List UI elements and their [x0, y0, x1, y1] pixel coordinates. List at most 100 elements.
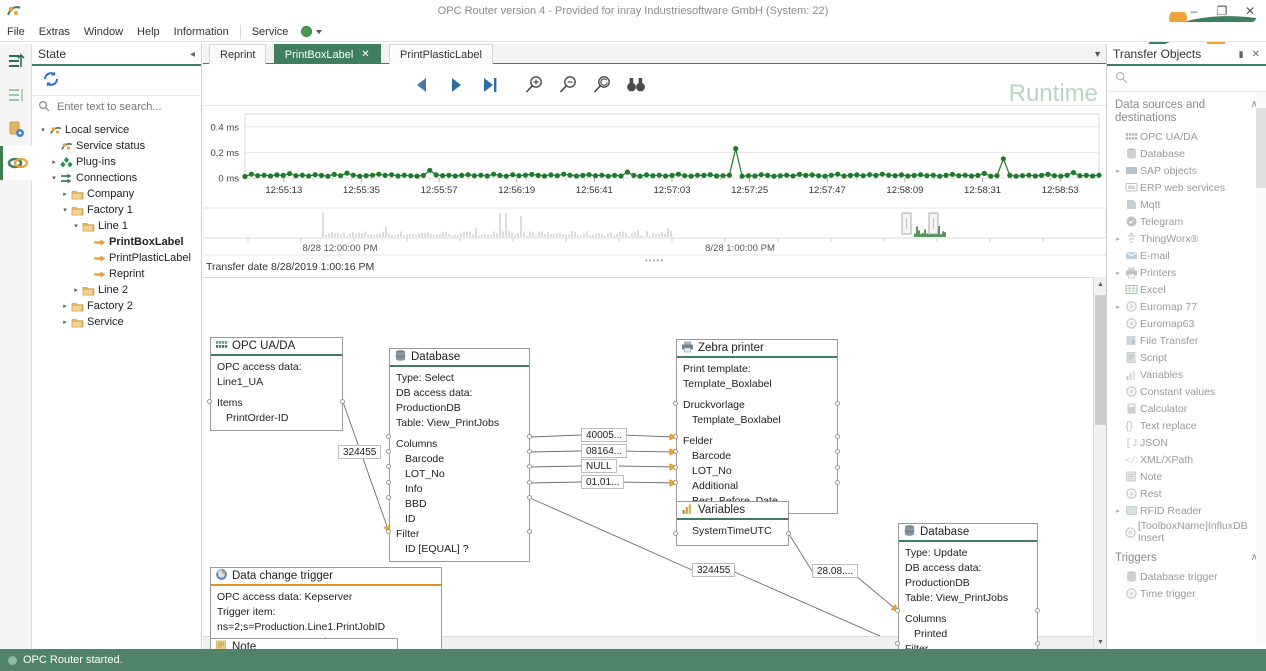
chart-data-point[interactable]: [822, 174, 827, 179]
chart-data-point[interactable]: [963, 173, 968, 178]
tree-item-factory-2[interactable]: ▸Factory 2: [34, 298, 199, 314]
close-panel-button[interactable]: ✕: [1252, 49, 1260, 60]
transfer-item-file-transfer[interactable]: File Transfer: [1107, 332, 1266, 349]
transfer-objects-search[interactable]: [1107, 66, 1266, 92]
chart-data-point[interactable]: [446, 173, 451, 178]
chart-data-point[interactable]: [351, 173, 356, 178]
chart-data-point[interactable]: [402, 173, 407, 178]
chart-data-point[interactable]: [931, 173, 936, 178]
chart-data-point[interactable]: [376, 172, 381, 177]
state-search-input[interactable]: [55, 100, 185, 114]
chart-data-point[interactable]: [873, 173, 878, 178]
tree-expander-icon[interactable]: ▾: [49, 174, 59, 182]
chart-data-point[interactable]: [274, 172, 279, 177]
maximize-button[interactable]: ❐: [1208, 1, 1236, 21]
chart-data-point[interactable]: [969, 173, 974, 178]
chart-data-point[interactable]: [383, 173, 388, 178]
chart-data-point[interactable]: [848, 173, 853, 178]
connection-canvas[interactable]: OPC UA/DAOPC access data: Line1_UAItemsP…: [203, 277, 1106, 649]
chart-data-point[interactable]: [504, 174, 509, 179]
transfer-item-database[interactable]: Database: [1107, 145, 1266, 162]
chart-data-point[interactable]: [516, 173, 521, 178]
transfer-group-data-sources-and-destinations[interactable]: Data sources and destinations∧: [1107, 92, 1266, 128]
transfer-item-text-replace[interactable]: {}Text replace: [1107, 417, 1266, 434]
node-line[interactable]: ID [EQUAL] ?: [396, 542, 523, 557]
expander-icon[interactable]: ▸: [1113, 167, 1123, 175]
tree-item-service-status[interactable]: Service status: [34, 138, 199, 154]
chart-data-point[interactable]: [982, 171, 987, 176]
chart-data-point[interactable]: [746, 173, 751, 178]
chart-data-point[interactable]: [816, 173, 821, 178]
value-label-barcode[interactable]: 40005...: [581, 428, 627, 442]
transfer-item-time-trigger[interactable]: Time trigger: [1107, 585, 1266, 602]
chart-data-point[interactable]: [344, 171, 349, 176]
node-port[interactable]: [673, 434, 678, 439]
find-button[interactable]: [621, 70, 651, 100]
chart-data-point[interactable]: [306, 173, 311, 178]
chart-data-point[interactable]: [491, 172, 496, 177]
chart-data-point[interactable]: [281, 173, 286, 178]
chart-data-point[interactable]: [1033, 173, 1038, 178]
tree-item-local-service[interactable]: ▾Local service: [34, 122, 199, 138]
chart-data-point[interactable]: [899, 172, 904, 177]
transfer-item-thingworx-[interactable]: ▸ThingWorx®: [1107, 230, 1266, 247]
chart-data-point[interactable]: [797, 172, 802, 177]
chart-data-point[interactable]: [829, 173, 834, 178]
chart-data-point[interactable]: [1058, 174, 1063, 179]
node-port[interactable]: [895, 641, 900, 646]
tree-expander-icon[interactable]: ▸: [71, 286, 81, 294]
chart-data-point[interactable]: [759, 172, 764, 177]
tab-reprint[interactable]: Reprint: [209, 44, 266, 64]
chart-data-point[interactable]: [861, 173, 866, 178]
tree-item-reprint[interactable]: Reprint: [34, 266, 199, 282]
value-label-lotno[interactable]: 08164...: [581, 444, 627, 458]
transfer-item-xml-xpath[interactable]: </>XML/XPath: [1107, 451, 1266, 468]
chart-data-point[interactable]: [918, 172, 923, 177]
transfer-item-note[interactable]: Note: [1107, 468, 1266, 485]
node-line[interactable]: Template_Boxlabel: [683, 413, 831, 428]
node-line[interactable]: PrintOrder-ID: [217, 411, 336, 426]
transfer-item-json[interactable]: [J]JSON: [1107, 434, 1266, 451]
transfer-objects-scrollbar[interactable]: [1256, 92, 1266, 644]
skip-end-button[interactable]: [475, 70, 505, 100]
chart-data-point[interactable]: [682, 173, 687, 178]
chart-data-point[interactable]: [625, 170, 630, 175]
tree-expander-icon[interactable]: ▸: [60, 318, 70, 326]
node-line[interactable]: Barcode: [396, 452, 523, 467]
tab-overflow-button[interactable]: ▼: [1093, 44, 1102, 64]
chart-data-point[interactable]: [255, 173, 260, 178]
close-button[interactable]: ✕: [1236, 1, 1264, 21]
chart-data-point[interactable]: [313, 172, 318, 177]
chart-data-point[interactable]: [708, 172, 713, 177]
node-port[interactable]: [386, 480, 391, 485]
chart-data-point[interactable]: [459, 173, 464, 178]
transfer-item-sap-objects[interactable]: ▸SAP objects: [1107, 162, 1266, 179]
tree-item-printboxlabel[interactable]: PrintBoxLabel: [34, 234, 199, 250]
chart-data-point[interactable]: [242, 174, 247, 179]
node-line[interactable]: BBD: [396, 497, 523, 512]
chart-data-point[interactable]: [733, 146, 738, 151]
vertical-scroll-thumb[interactable]: [1095, 295, 1106, 425]
value-label-systemtime[interactable]: 28.08....: [812, 564, 858, 578]
chart-data-point[interactable]: [319, 173, 324, 178]
chart-data-point[interactable]: [523, 173, 528, 178]
chart-data-point[interactable]: [803, 173, 808, 178]
chart-data-point[interactable]: [415, 174, 420, 179]
chart-data-point[interactable]: [529, 172, 534, 177]
rail-item-transfer-down[interactable]: [0, 78, 32, 112]
chart-data-point[interactable]: [287, 171, 292, 176]
step-back-button[interactable]: [407, 70, 437, 100]
node-database-select[interactable]: DatabaseType: SelectDB access data: Prod…: [389, 348, 530, 562]
chart-data-point[interactable]: [389, 172, 394, 177]
transfer-item-opc-ua-da[interactable]: OPC UA/DA: [1107, 128, 1266, 145]
value-label-id[interactable]: 324455: [692, 563, 735, 577]
chart-data-point[interactable]: [695, 173, 700, 178]
menu-window[interactable]: Window: [77, 22, 130, 42]
chart-data-point[interactable]: [325, 174, 330, 179]
node-port[interactable]: [207, 399, 212, 404]
chart-data-point[interactable]: [434, 172, 439, 177]
chart-data-point[interactable]: [370, 173, 375, 178]
node-port[interactable]: [835, 449, 840, 454]
tree-item-plug-ins[interactable]: ▸Plug-ins: [34, 154, 199, 170]
chart-data-point[interactable]: [663, 173, 668, 178]
